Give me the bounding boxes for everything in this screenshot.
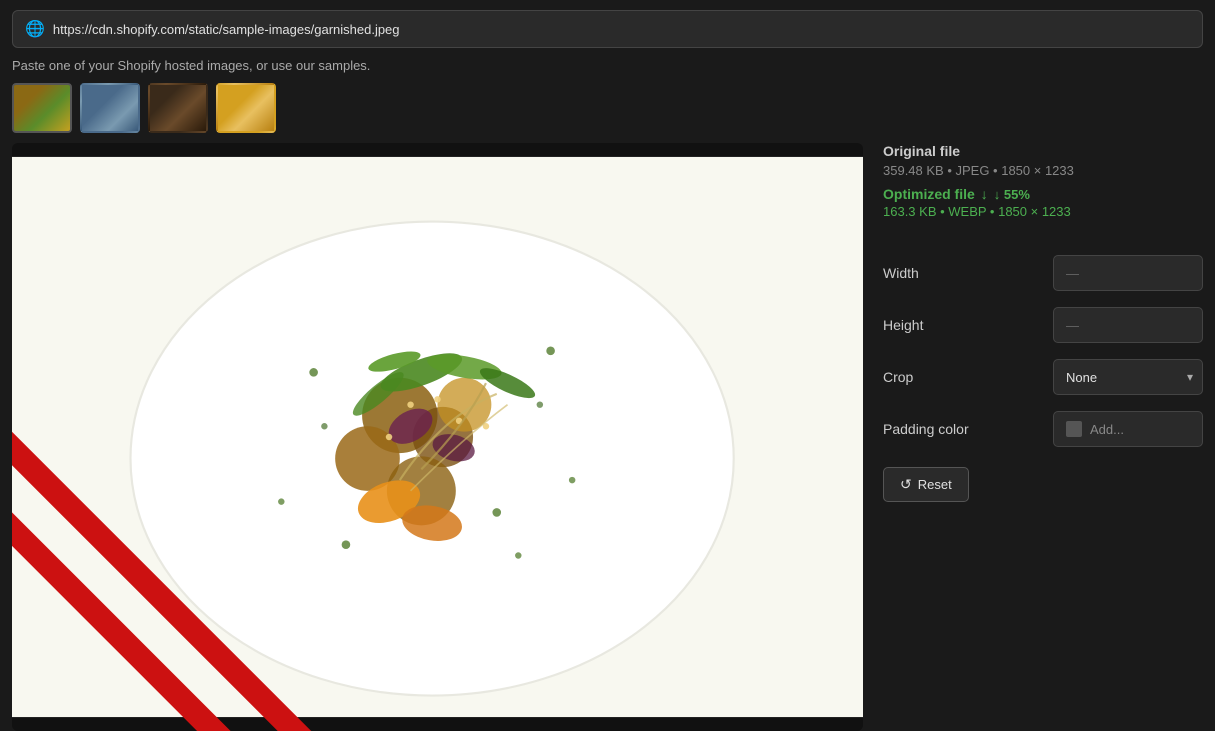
address-bar[interactable]: 🌐 https://cdn.shopify.com/static/sample-… [12, 10, 1203, 48]
food-image [12, 143, 863, 731]
hint-text: Paste one of your Shopify hosted images,… [12, 58, 1203, 73]
reset-icon: ↺ [900, 476, 912, 493]
crop-label: Crop [883, 369, 1053, 385]
form-section: Width Height Crop None Center Top Left R… [883, 255, 1203, 447]
original-file-label: Original file [883, 143, 1203, 159]
original-file-details: 359.48 KB • JPEG • 1850 × 1233 [883, 163, 1203, 178]
thumbnail-4[interactable] [216, 83, 276, 133]
width-input[interactable] [1053, 255, 1203, 291]
height-input[interactable] [1053, 307, 1203, 343]
height-row: Height [883, 307, 1203, 343]
thumbnail-strip [12, 83, 1203, 133]
padding-color-label: Padding color [883, 421, 1053, 437]
crop-row: Crop None Center Top Left Right Bottom F… [883, 359, 1203, 395]
reset-button[interactable]: ↺ Reset [883, 467, 969, 502]
padding-color-input[interactable]: Add... [1053, 411, 1203, 447]
crop-select-wrapper: None Center Top Left Right Bottom Faces … [1053, 359, 1203, 395]
thumbnail-3[interactable] [148, 83, 208, 133]
image-preview-area [12, 143, 863, 731]
reset-label: Reset [918, 477, 952, 492]
down-arrow-icon: ↓ [981, 186, 988, 202]
width-label: Width [883, 265, 1053, 281]
crop-select[interactable]: None Center Top Left Right Bottom Faces … [1053, 359, 1203, 395]
url-text: https://cdn.shopify.com/static/sample-im… [53, 22, 400, 37]
width-row: Width [883, 255, 1203, 291]
color-swatch [1066, 421, 1082, 437]
globe-icon: 🌐 [25, 19, 45, 39]
main-layout: Original file 359.48 KB • JPEG • 1850 × … [12, 143, 1203, 731]
optimized-file-label: Optimized file ↓ ↓ 55% [883, 186, 1203, 202]
file-info: Original file 359.48 KB • JPEG • 1850 × … [883, 143, 1203, 219]
thumbnail-1[interactable] [12, 83, 72, 133]
height-label: Height [883, 317, 1053, 333]
thumbnail-2[interactable] [80, 83, 140, 133]
controls-panel: Original file 359.48 KB • JPEG • 1850 × … [863, 143, 1203, 731]
optimized-pct: ↓ 55% [994, 187, 1030, 202]
padding-color-row: Padding color Add... [883, 411, 1203, 447]
padding-color-placeholder: Add... [1090, 422, 1124, 437]
optimized-file-details: 163.3 KB • WEBP • 1850 × 1233 [883, 204, 1203, 219]
